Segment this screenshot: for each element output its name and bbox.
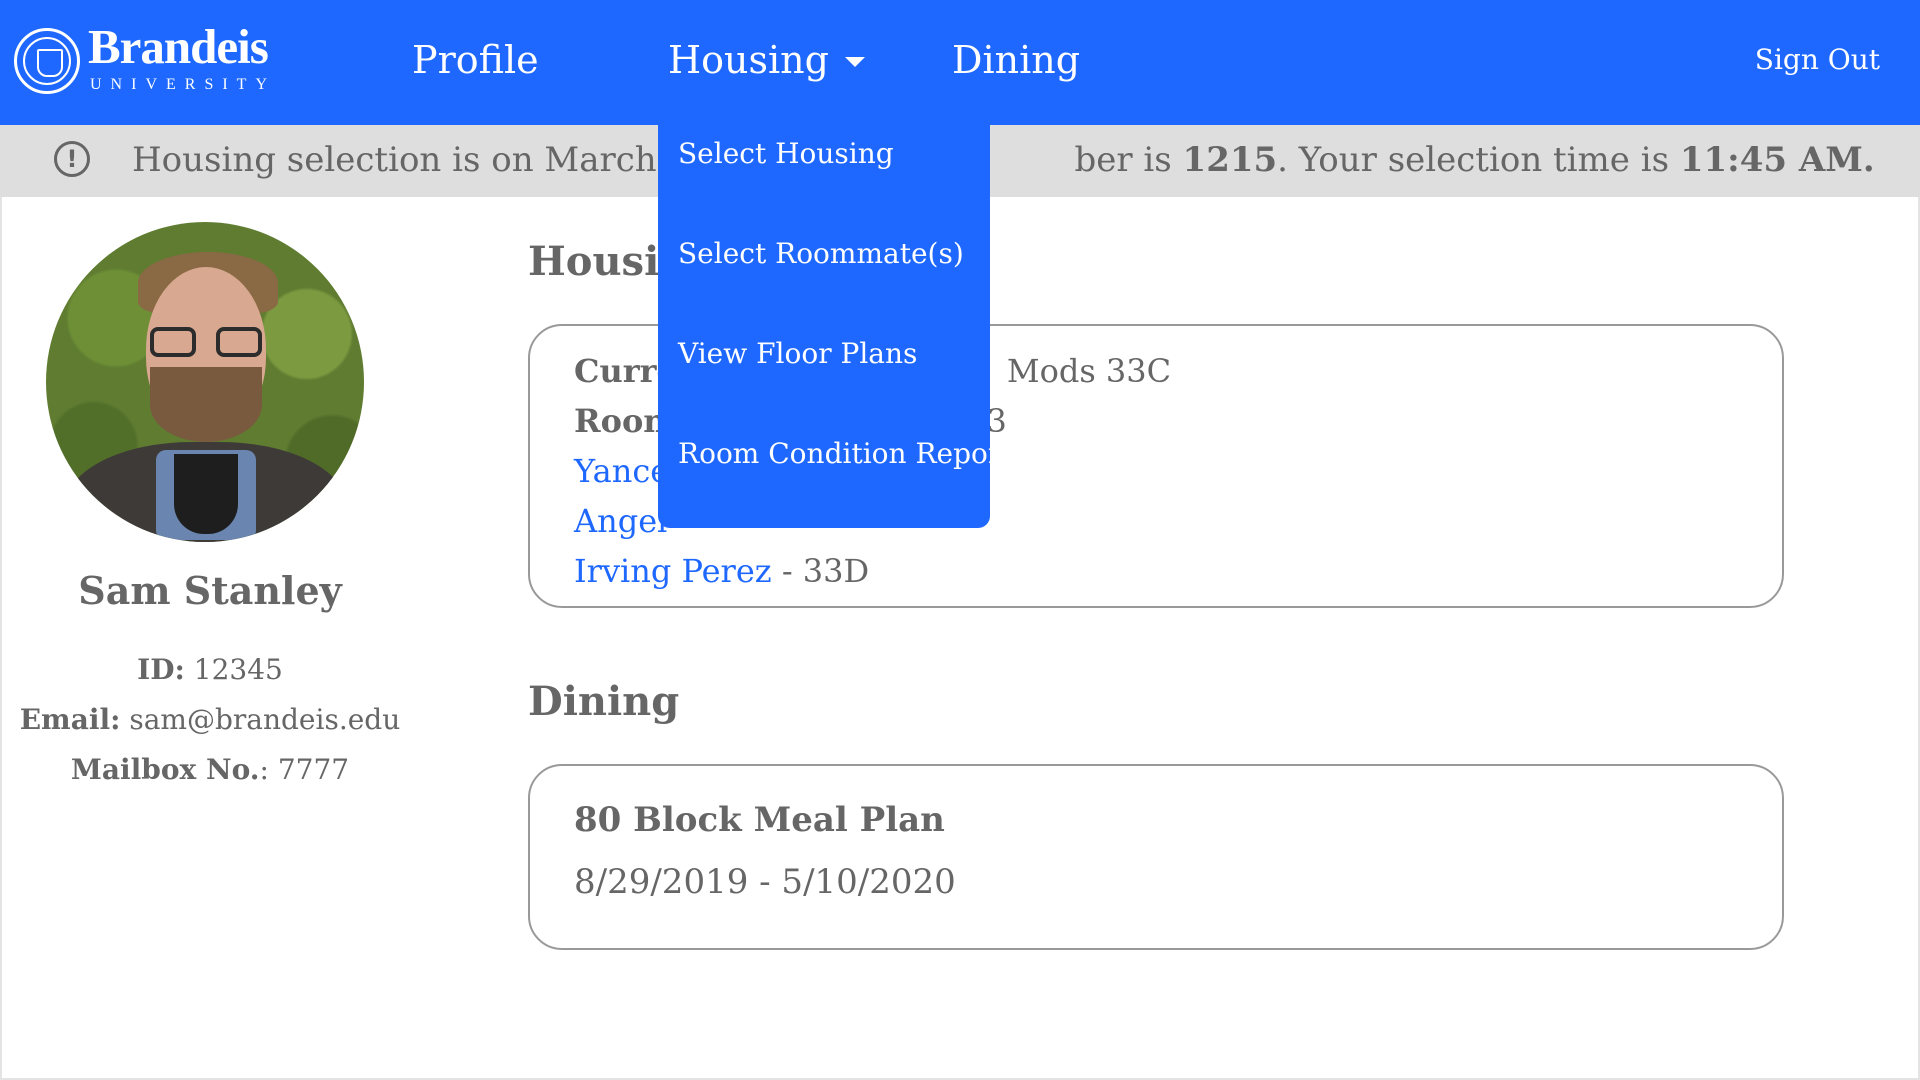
profile-email: Email: sam@brandeis.edu (19, 703, 401, 736)
brand-subtitle: UNIVERSITY (90, 76, 276, 93)
roommate-row: Yance (574, 446, 669, 496)
profile-id: ID: 12345 (137, 653, 283, 686)
profile-mailbox: Mailbox No.: 7777 (70, 753, 350, 786)
nav-housing[interactable]: Housing (668, 36, 865, 84)
dining-section-title: Dining (528, 678, 680, 725)
meal-plan-name: 80 Block Meal Plan (574, 800, 945, 840)
menu-item-select-roommates[interactable]: Select Roommate(s) (678, 234, 964, 274)
brand-name: Brandeis (88, 19, 269, 74)
menu-item-room-condition-report[interactable]: Room Condition Report (678, 434, 1013, 474)
brandeis-logo[interactable]: Brandeis UNIVERSITY (14, 22, 294, 102)
roommate-row: Irving Perez - 33D (574, 552, 870, 590)
dining-card: 80 Block Meal Plan 8/29/2019 - 5/10/2020 (528, 764, 1784, 950)
selection-time: 11:45 AM. (1679, 140, 1875, 180)
nav-dining[interactable]: Dining (952, 36, 1080, 84)
university-seal-icon (14, 28, 80, 94)
lottery-number: 1215 (1182, 140, 1278, 180)
profile-avatar (46, 222, 364, 542)
roommate-link[interactable]: Irving Perez (574, 552, 772, 590)
housing-dropdown-menu: Select Housing Select Roommate(s) View F… (658, 120, 1013, 528)
roommate-link[interactable]: Angel (574, 502, 667, 540)
exclamation-circle-icon: ! (54, 141, 90, 177)
profile-name: Sam Stanley (78, 568, 342, 613)
sign-out-link[interactable]: Sign Out (1755, 43, 1880, 76)
menu-item-view-floor-plans[interactable]: View Floor Plans (678, 334, 917, 374)
nav-housing-label: Housing (668, 38, 829, 82)
roommate-row: Angel (574, 496, 667, 546)
alert-text: Housing selection is on March 15t ber is … (132, 140, 1875, 180)
top-navbar: Brandeis UNIVERSITY Profile Housing Dini… (0, 0, 1920, 125)
menu-item-select-housing[interactable]: Select Housing (678, 134, 894, 174)
meal-plan-dates: 8/29/2019 - 5/10/2020 (574, 862, 956, 902)
roommate-link[interactable]: Yance (574, 452, 669, 490)
profile-info: ID: 12345 Email: sam@brandeis.edu Mailbo… (0, 645, 420, 795)
nav-profile[interactable]: Profile (412, 36, 539, 84)
caret-down-icon (844, 56, 865, 67)
